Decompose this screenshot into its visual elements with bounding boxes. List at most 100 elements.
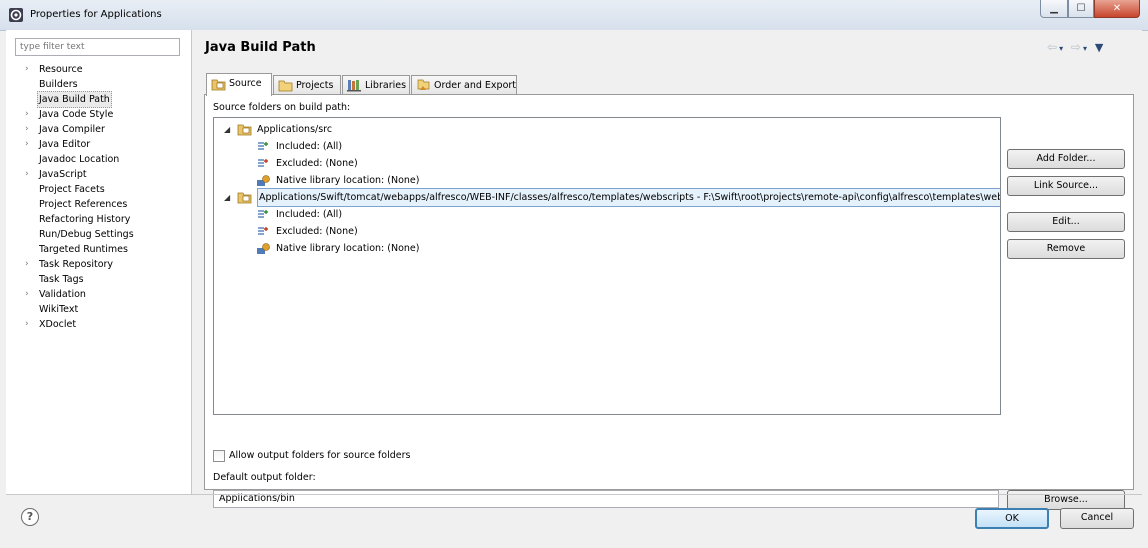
preference-tree-item[interactable]: Java Build Path xyxy=(6,91,191,108)
source-folders-tree[interactable]: ◢ Applications/src Included: (All) Excluded… xyxy=(213,117,1001,415)
page-navigation: ⇦▾ ⇨▾ ▼ xyxy=(1047,40,1105,54)
included-filter-icon xyxy=(258,142,268,150)
preference-tree-item[interactable]: › Resource xyxy=(6,62,191,77)
source-folder-path: Applications/src xyxy=(257,124,333,135)
preference-tree-item[interactable]: Task Tags xyxy=(6,272,191,287)
preference-tree-item-label: Java Editor xyxy=(39,139,91,150)
window-title: Properties for Applications xyxy=(30,9,162,20)
allow-output-folders-label: Allow output folders for source folders xyxy=(229,450,411,461)
included-filter-icon xyxy=(258,210,268,218)
native-library-icon xyxy=(257,175,270,186)
preference-tree-item-label: Project Facets xyxy=(39,184,105,195)
collapse-triangle-icon[interactable]: ◢ xyxy=(224,121,230,138)
preference-tree-item-label: Task Repository xyxy=(39,259,114,270)
edit-button[interactable]: Edit... xyxy=(1007,212,1125,232)
preference-tree-item-label: Run/Debug Settings xyxy=(39,229,134,240)
tab-order-export-label: Order and Export xyxy=(434,80,517,91)
preference-tree-item[interactable]: Run/Debug Settings xyxy=(6,227,191,242)
source-folder-attribute-label: Excluded: (None) xyxy=(276,158,358,169)
preference-tree-item-label: Javadoc Location xyxy=(39,154,120,165)
expand-chevron-icon[interactable]: › xyxy=(25,107,35,122)
eclipse-app-icon xyxy=(9,8,23,22)
order-export-icon xyxy=(417,79,430,90)
collapse-triangle-icon[interactable]: ◢ xyxy=(224,189,230,206)
preference-tree: › Resource Builders Java Build Path › Java Co… xyxy=(6,62,191,332)
preference-tree-item-label: Builders xyxy=(39,79,78,90)
expand-chevron-icon[interactable]: › xyxy=(25,122,35,137)
source-folder-attribute-label: Native library location: (None) xyxy=(276,175,420,186)
preference-tree-item-label: Refactoring History xyxy=(39,214,131,225)
source-folder-attribute-label: Native library location: (None) xyxy=(276,243,420,254)
libraries-icon xyxy=(347,80,361,92)
preference-tree-item-label: Resource xyxy=(39,64,83,75)
preference-tree-item[interactable]: Builders xyxy=(6,77,191,92)
add-folder-button[interactable]: Add Folder... xyxy=(1007,149,1125,169)
footer-separator xyxy=(6,494,1142,495)
tab-source[interactable]: Source xyxy=(206,73,272,96)
source-folder-icon xyxy=(211,79,226,91)
expand-chevron-icon[interactable]: › xyxy=(25,137,35,152)
page-title: Java Build Path xyxy=(205,40,316,55)
filter-input[interactable] xyxy=(15,38,180,56)
back-menu-icon[interactable]: ▾ xyxy=(1059,44,1065,53)
preference-tree-item[interactable]: Project Facets xyxy=(6,182,191,197)
tab-order-and-export[interactable]: Order and Export xyxy=(411,75,517,94)
allow-output-folders-checkbox[interactable] xyxy=(213,450,225,462)
preference-tree-item[interactable]: WikiText xyxy=(6,302,191,317)
preference-tree-item[interactable]: › JavaScript xyxy=(6,167,191,182)
expand-chevron-icon[interactable]: › xyxy=(25,317,35,332)
preference-tree-item[interactable]: › Java Code Style xyxy=(6,107,191,122)
excluded-filter-icon xyxy=(258,227,268,235)
browse-button[interactable]: Browse... xyxy=(1007,490,1125,510)
preference-tree-item[interactable]: › Java Compiler xyxy=(6,122,191,137)
source-folder-attribute-label: Excluded: (None) xyxy=(276,226,358,237)
forward-icon[interactable]: ⇨ xyxy=(1071,40,1083,54)
tab-projects[interactable]: Projects xyxy=(273,75,341,94)
source-tab-panel: Source folders on build path: ◢ Applicati… xyxy=(204,94,1134,510)
tab-libraries[interactable]: Libraries xyxy=(342,75,410,94)
minimize-button[interactable]: ▁ xyxy=(1040,0,1068,18)
ok-button[interactable]: OK xyxy=(975,508,1049,529)
preference-tree-item[interactable]: Javadoc Location xyxy=(6,152,191,167)
source-folder-icon xyxy=(237,192,252,204)
excluded-filter-icon xyxy=(258,159,268,167)
preference-tree-item[interactable]: › Validation xyxy=(6,287,191,302)
source-folder-path: Applications/Swift/tomcat/webapps/alfres… xyxy=(257,188,1000,207)
preference-tree-item[interactable]: › XDoclet xyxy=(6,317,191,332)
preference-tree-item[interactable]: Targeted Runtimes xyxy=(6,242,191,257)
title-bar: Properties for Applications ▁ ☐ ✕ xyxy=(0,0,1148,31)
help-icon[interactable]: ? xyxy=(21,508,39,526)
dialog-client-area: ›ResourceBuildersJava Build Path›Java Co… xyxy=(6,30,1142,542)
preference-tree-item-label: Java Build Path xyxy=(37,91,112,108)
source-folder-attribute-label: Included: (All) xyxy=(276,209,343,220)
projects-folder-icon xyxy=(278,80,293,92)
tab-libraries-label: Libraries xyxy=(365,80,407,91)
preference-tree-item[interactable]: › Task Repository xyxy=(6,257,191,272)
forward-menu-icon[interactable]: ▾ xyxy=(1083,44,1089,53)
preference-tree-item-label: Task Tags xyxy=(39,274,84,285)
source-folders-label: Source folders on build path: xyxy=(213,102,351,113)
view-menu-icon[interactable]: ▼ xyxy=(1095,41,1105,54)
source-folder-icon xyxy=(237,124,252,136)
source-folder-attribute-label: Included: (All) xyxy=(276,141,343,152)
preference-tree-item[interactable]: › Java Editor xyxy=(6,137,191,152)
default-output-folder-field[interactable]: Applications/bin xyxy=(213,490,999,508)
back-icon[interactable]: ⇦ xyxy=(1047,40,1059,54)
preference-tree-item-label: XDoclet xyxy=(39,319,77,330)
close-window-button[interactable]: ✕ xyxy=(1094,0,1140,18)
preference-tree-item[interactable]: Project References xyxy=(6,197,191,212)
expand-chevron-icon[interactable]: › xyxy=(25,167,35,182)
native-library-icon xyxy=(257,243,270,254)
expand-chevron-icon[interactable]: › xyxy=(25,257,35,272)
preference-tree-item-label: WikiText xyxy=(39,304,79,315)
maximize-button[interactable]: ☐ xyxy=(1068,0,1094,18)
tab-source-label: Source xyxy=(229,78,262,89)
expand-chevron-icon[interactable]: › xyxy=(25,62,35,77)
remove-button[interactable]: Remove xyxy=(1007,239,1125,259)
preference-tree-item-label: Java Compiler xyxy=(39,124,105,135)
expand-chevron-icon[interactable]: › xyxy=(25,287,35,302)
cancel-button[interactable]: Cancel xyxy=(1060,508,1134,529)
preference-tree-item-label: Targeted Runtimes xyxy=(39,244,128,255)
link-source-button[interactable]: Link Source... xyxy=(1007,176,1125,196)
preference-tree-item[interactable]: Refactoring History xyxy=(6,212,191,227)
